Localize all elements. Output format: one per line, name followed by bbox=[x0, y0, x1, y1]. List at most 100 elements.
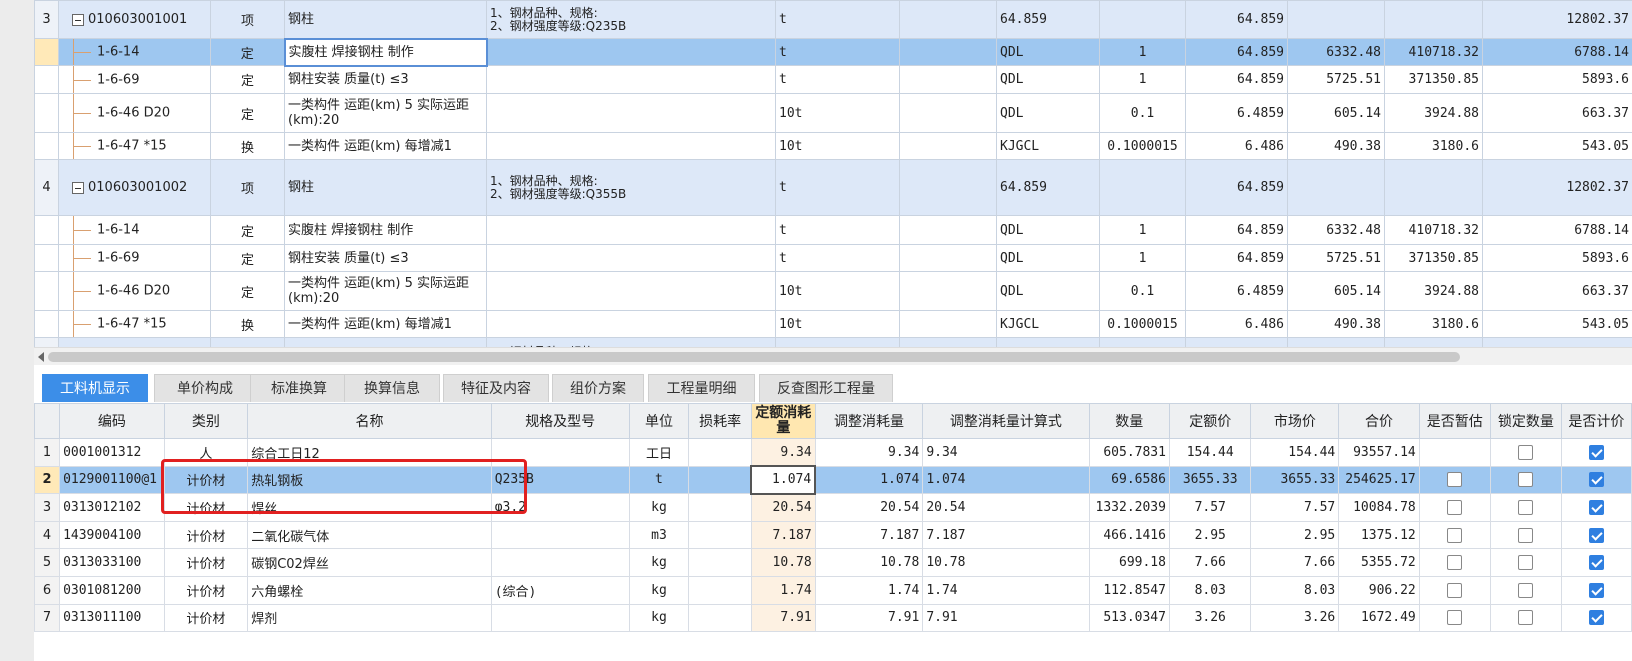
name-cell[interactable]: 碳钢C02焊丝 bbox=[247, 548, 492, 577]
name-cell[interactable]: 一类构件 运距(km) 5 实际运距(km):20 bbox=[284, 271, 487, 311]
norm-consumption-cell[interactable]: 1.074 bbox=[750, 465, 817, 495]
qty-cell[interactable]: 6.4859 bbox=[1185, 271, 1288, 311]
code-cell[interactable]: 1-6-46 D20 bbox=[58, 93, 211, 133]
spec-cell[interactable]: (综合) bbox=[490, 575, 630, 605]
lock-cell[interactable] bbox=[1489, 493, 1562, 522]
unit-cell[interactable]: 10t bbox=[775, 93, 900, 133]
row-number[interactable] bbox=[34, 65, 59, 94]
blank-cell[interactable] bbox=[899, 0, 997, 39]
qty-cell[interactable]: 64.859 bbox=[1185, 244, 1288, 272]
adjusted-consumption-cell[interactable]: 1.074 bbox=[814, 465, 924, 495]
norm-price-cell[interactable]: 8.03 bbox=[1168, 575, 1252, 605]
quantity-cell[interactable]: 69.6586 bbox=[1088, 465, 1170, 495]
scrollbar-thumb[interactable] bbox=[48, 352, 1460, 362]
total-price-cell[interactable]: 10084.78 bbox=[1338, 493, 1420, 522]
qty-cell[interactable]: 6.486 bbox=[1185, 310, 1288, 338]
header-name[interactable]: 名称 bbox=[247, 403, 492, 439]
kind-cell[interactable]: 定 bbox=[210, 244, 285, 272]
name-cell[interactable]: 钢柱安装 质量(t) ≤3 bbox=[284, 244, 487, 272]
lock-checkbox[interactable] bbox=[1518, 555, 1534, 571]
estimate-checkbox[interactable] bbox=[1447, 555, 1463, 571]
estimate-cell[interactable] bbox=[1418, 493, 1491, 522]
name-cell[interactable]: 热轧钢板 bbox=[247, 465, 492, 495]
total-cell[interactable]: 3924.88 bbox=[1384, 271, 1483, 311]
unit-cell[interactable]: 工日 bbox=[628, 438, 690, 467]
header-is-priced[interactable]: 是否计价 bbox=[1560, 403, 1632, 439]
priced-checkbox[interactable] bbox=[1588, 610, 1604, 626]
norm-consumption-cell[interactable]: 7.91 bbox=[750, 603, 816, 633]
unit-cell[interactable]: kg bbox=[628, 575, 690, 605]
norm-consumption-cell[interactable]: 7.187 bbox=[750, 520, 816, 550]
lock-cell[interactable] bbox=[1489, 575, 1562, 605]
priced-checkbox[interactable] bbox=[1588, 444, 1604, 460]
expr-cell[interactable]: KJGCL bbox=[996, 310, 1100, 338]
total-cell[interactable]: 3924.88 bbox=[1384, 93, 1483, 133]
code-cell[interactable]: 0313012102 bbox=[59, 493, 165, 522]
spec-cell[interactable] bbox=[490, 520, 630, 550]
last-cell[interactable]: 5893.6 bbox=[1482, 65, 1632, 94]
norm-consumption-cell[interactable]: 20.54 bbox=[750, 493, 816, 522]
lock-checkbox[interactable] bbox=[1518, 527, 1534, 543]
adjusted-consumption-cell[interactable]: 20.54 bbox=[814, 493, 924, 522]
spec-cell[interactable]: φ3.2 bbox=[490, 493, 630, 522]
category-cell[interactable]: 计价材 bbox=[163, 575, 249, 605]
code-cell[interactable]: 010603001001 bbox=[58, 0, 211, 39]
name-cell[interactable]: 二氧化碳气体 bbox=[247, 520, 492, 550]
priced-cell[interactable] bbox=[1560, 520, 1632, 550]
coef-cell[interactable]: 0.1 bbox=[1099, 271, 1186, 311]
norm-price-cell[interactable]: 3.26 bbox=[1168, 603, 1252, 633]
adjusted-consumption-cell[interactable]: 7.187 bbox=[814, 520, 924, 550]
row-number[interactable] bbox=[34, 38, 59, 66]
qty-cell[interactable]: 64.859 bbox=[1185, 65, 1288, 94]
expr-cell[interactable]: QDL bbox=[996, 215, 1100, 245]
unit-cell[interactable]: 10t bbox=[775, 310, 900, 338]
priced-checkbox[interactable] bbox=[1588, 472, 1604, 488]
coef-cell[interactable]: 0.1000015 bbox=[1099, 132, 1186, 160]
price-cell[interactable]: 605.14 bbox=[1287, 93, 1385, 133]
last-cell[interactable]: 543.05 bbox=[1482, 310, 1632, 338]
quantity-cell[interactable]: 699.18 bbox=[1088, 548, 1170, 577]
last-cell[interactable]: 663.37 bbox=[1482, 271, 1632, 311]
price-cell[interactable]: 6332.48 bbox=[1287, 38, 1385, 66]
kind-cell[interactable]: 定 bbox=[210, 93, 285, 133]
last-cell[interactable]: 663.37 bbox=[1482, 93, 1632, 133]
header-loss-rate[interactable]: 损耗率 bbox=[688, 403, 752, 439]
total-cell[interactable]: 3180.6 bbox=[1384, 310, 1483, 338]
qty-cell[interactable]: 64.859 bbox=[1185, 215, 1288, 245]
unit-cell[interactable]: m3 bbox=[628, 520, 690, 550]
adjusted-formula-cell[interactable]: 1.074 bbox=[922, 465, 1090, 495]
expr-cell[interactable]: 64.859 bbox=[996, 159, 1100, 216]
loss-cell[interactable] bbox=[688, 465, 752, 495]
norm-price-cell[interactable]: 2.95 bbox=[1168, 520, 1252, 550]
market-price-cell[interactable]: 3.26 bbox=[1250, 603, 1340, 633]
priced-checkbox[interactable] bbox=[1588, 527, 1604, 543]
code-cell[interactable]: 0313011100 bbox=[59, 603, 165, 633]
expr-cell[interactable]: QDL bbox=[996, 65, 1100, 94]
collapse-icon[interactable] bbox=[72, 181, 84, 194]
priced-checkbox[interactable] bbox=[1588, 555, 1604, 571]
unit-cell[interactable]: kg bbox=[628, 548, 690, 577]
loss-cell[interactable] bbox=[688, 438, 752, 467]
coef-cell[interactable]: 1 bbox=[1099, 244, 1186, 272]
bill-row[interactable]: 1-6-69 定钢柱安装 质量(t) ≤3 t QDL 1 64.859 5725.51 37… bbox=[34, 65, 1632, 94]
feature-cell[interactable] bbox=[486, 310, 776, 338]
row-number[interactable]: 1 bbox=[34, 438, 61, 467]
market-price-cell[interactable]: 2.95 bbox=[1250, 520, 1340, 550]
row-number[interactable]: 7 bbox=[34, 603, 61, 633]
qty-cell[interactable]: 64.859 bbox=[1185, 0, 1288, 39]
adjusted-formula-cell[interactable]: 7.91 bbox=[922, 603, 1090, 633]
market-price-cell[interactable]: 7.57 bbox=[1250, 493, 1340, 522]
bill-row[interactable]: 1-6-47 *15 换一类构件 运距(km) 每增减1 10t KJGCL 0.100… bbox=[34, 310, 1632, 338]
loss-cell[interactable] bbox=[688, 548, 752, 577]
adjusted-formula-cell[interactable]: 10.78 bbox=[922, 548, 1090, 577]
blank-cell[interactable] bbox=[899, 244, 997, 272]
priced-checkbox[interactable] bbox=[1588, 499, 1604, 515]
name-cell[interactable]: 焊剂 bbox=[247, 603, 492, 633]
coef-cell[interactable]: 0.1 bbox=[1099, 93, 1186, 133]
lock-cell[interactable] bbox=[1489, 438, 1562, 467]
tab-reverse-lookup-quantity[interactable]: 反查图形工程量 bbox=[759, 374, 893, 402]
header-spec[interactable]: 规格及型号 bbox=[490, 403, 630, 439]
total-cell[interactable]: 410718.32 bbox=[1384, 38, 1483, 66]
row-number[interactable] bbox=[34, 132, 59, 160]
category-cell[interactable]: 计价材 bbox=[163, 493, 249, 522]
